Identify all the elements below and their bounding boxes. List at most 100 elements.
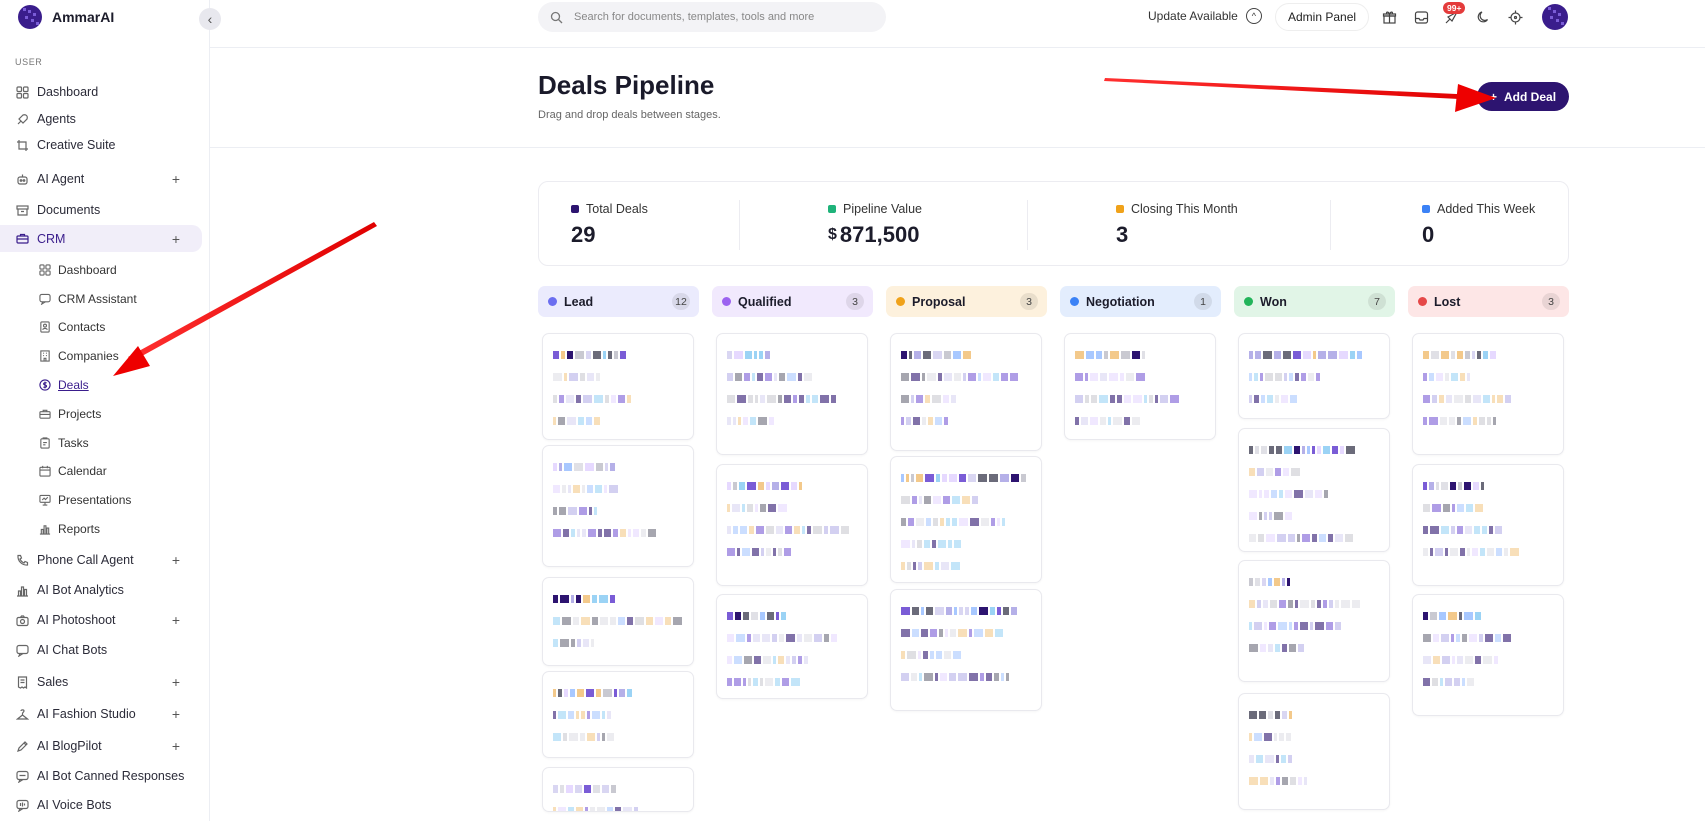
deal-card[interactable] [1238, 333, 1390, 419]
crm-sub-dashboard[interactable]: Dashboard [0, 258, 202, 282]
deal-card[interactable] [1412, 464, 1564, 586]
redacted-pixel [1463, 417, 1471, 425]
sidebar-item-dashboard[interactable]: Dashboard [0, 79, 202, 105]
expand-plus-icon[interactable]: + [172, 231, 180, 247]
expand-plus-icon[interactable]: + [172, 171, 180, 187]
redacted-pixel [1443, 504, 1450, 512]
redacted-pixel [954, 540, 961, 548]
expand-plus-icon[interactable]: + [172, 674, 180, 690]
currency-symbol: $ [828, 226, 837, 243]
sidebar-item-ai-agent[interactable]: AI Agent + [0, 166, 202, 192]
redacted-pixel [614, 351, 618, 359]
crm-sub-projects[interactable]: Projects [0, 402, 202, 426]
sidebar-item-ai-bot-analytics[interactable]: AI Bot Analytics [0, 577, 202, 603]
deal-card[interactable] [1064, 333, 1216, 440]
gift-icon[interactable] [1380, 8, 1398, 26]
redacted-pixel [911, 395, 914, 403]
sidebar-item-sales[interactable]: Sales + [0, 669, 202, 695]
crm-sub-crm-assistant[interactable]: CRM Assistant [0, 287, 202, 311]
deal-card[interactable] [716, 464, 868, 586]
redacted-pixel [1357, 351, 1362, 359]
crm-sub-deals[interactable]: Deals [0, 373, 202, 397]
expand-plus-icon[interactable]: + [172, 738, 180, 754]
sidebar-item-ai-blogpilot[interactable]: AI BlogPilot + [0, 733, 202, 759]
avatar[interactable] [1538, 1, 1570, 33]
redacted-pixel [553, 785, 558, 793]
redacted-pixel [1445, 373, 1449, 381]
redacted-row [553, 634, 596, 647]
crm-sub-reports[interactable]: Reports [0, 517, 202, 541]
sidebar-item-ai-photoshoot[interactable]: AI Photoshoot + [0, 607, 202, 633]
deal-card[interactable] [716, 594, 868, 699]
redacted-pixel [727, 417, 731, 425]
redacted-pixel [993, 373, 999, 381]
sidebar-collapse-button[interactable]: ‹ [199, 8, 221, 30]
sidebar-item-documents[interactable]: Documents [0, 197, 202, 223]
redacted-pixel [620, 529, 626, 537]
crm-sub-tasks[interactable]: Tasks [0, 431, 202, 455]
inbox-icon[interactable] [1412, 8, 1430, 26]
sidebar-item-ai-bot-canned-responses[interactable]: AI Bot Canned Responses [0, 763, 202, 789]
redacted-pixel [901, 607, 910, 615]
add-deal-button[interactable]: + Add Deal [1477, 82, 1570, 111]
update-available[interactable]: Update Available ^ [1148, 8, 1262, 24]
search-bar[interactable] [538, 2, 886, 32]
redacted-pixel [1483, 656, 1492, 664]
redacted-pixel [985, 629, 993, 637]
redacted-pixel [1268, 578, 1272, 586]
sidebar-item-ai-fashion-studio[interactable]: AI Fashion Studio + [0, 701, 202, 727]
expand-plus-icon[interactable]: + [172, 552, 180, 568]
deal-card[interactable] [1238, 693, 1390, 810]
redacted-pixel [916, 474, 923, 482]
sidebar-item-label: Agents [37, 112, 76, 126]
search-input[interactable] [572, 10, 862, 24]
deal-card[interactable] [542, 671, 694, 758]
expand-plus-icon[interactable]: + [172, 706, 180, 722]
brand[interactable]: AmmarAI [14, 2, 114, 32]
redacted-pixel [830, 526, 839, 534]
sidebar-item-ai-voice-bots[interactable]: AI Voice Bots [0, 792, 202, 818]
sidebar-item-creative-suite[interactable]: Creative Suite [0, 132, 202, 158]
deal-card[interactable] [542, 577, 694, 666]
redacted-pixel [594, 507, 597, 515]
deal-card[interactable] [542, 445, 694, 567]
chevron-up-icon[interactable]: ^ [1245, 8, 1262, 24]
sidebar-item-agents[interactable]: Agents [0, 106, 202, 132]
sidebar-item-crm[interactable]: CRM + [0, 225, 202, 252]
column-header-proposal[interactable]: Proposal 3 [886, 286, 1047, 317]
crm-sub-companies[interactable]: Companies [0, 344, 202, 368]
redacted-row [901, 557, 962, 570]
redacted-pixel [969, 629, 972, 637]
column-header-negotiation[interactable]: Negotiation 1 [1060, 286, 1221, 317]
deal-card[interactable] [890, 589, 1042, 711]
crosshair-icon[interactable] [1506, 8, 1524, 26]
sidebar-item-ai-chat-bots[interactable]: AI Chat Bots [0, 637, 202, 663]
redacted-pixel [561, 351, 565, 359]
deal-card[interactable] [542, 767, 694, 812]
redacted-pixel [951, 395, 956, 403]
deal-card[interactable] [1412, 333, 1564, 455]
redacted-pixel [1312, 534, 1317, 542]
deal-card[interactable] [890, 333, 1042, 451]
deal-card[interactable] [1238, 560, 1390, 682]
deal-card[interactable] [716, 333, 868, 455]
column-header-qualified[interactable]: Qualified 3 [712, 286, 873, 317]
redacted-row [553, 728, 616, 741]
redacted-pixel [752, 373, 755, 381]
expand-plus-icon[interactable]: + [172, 612, 180, 628]
deal-card[interactable] [1412, 594, 1564, 716]
deal-card[interactable] [542, 333, 694, 440]
column-header-lead[interactable]: Lead 12 [538, 286, 699, 317]
moon-icon[interactable] [1474, 8, 1492, 26]
redacted-row [727, 477, 804, 490]
column-header-lost[interactable]: Lost 3 [1408, 286, 1569, 317]
crm-sub-calendar[interactable]: Calendar [0, 459, 202, 483]
column-header-won[interactable]: Won 7 [1234, 286, 1395, 317]
deal-card[interactable] [890, 456, 1042, 583]
crm-sub-presentations[interactable]: Presentations [0, 488, 202, 512]
sidebar-item-phone-call-agent[interactable]: Phone Call Agent + [0, 547, 202, 573]
deal-card[interactable] [1238, 428, 1390, 552]
crm-sub-contacts[interactable]: Contacts [0, 315, 202, 339]
redacted-pixel [1124, 395, 1131, 403]
admin-panel-button[interactable]: Admin Panel [1275, 3, 1370, 31]
